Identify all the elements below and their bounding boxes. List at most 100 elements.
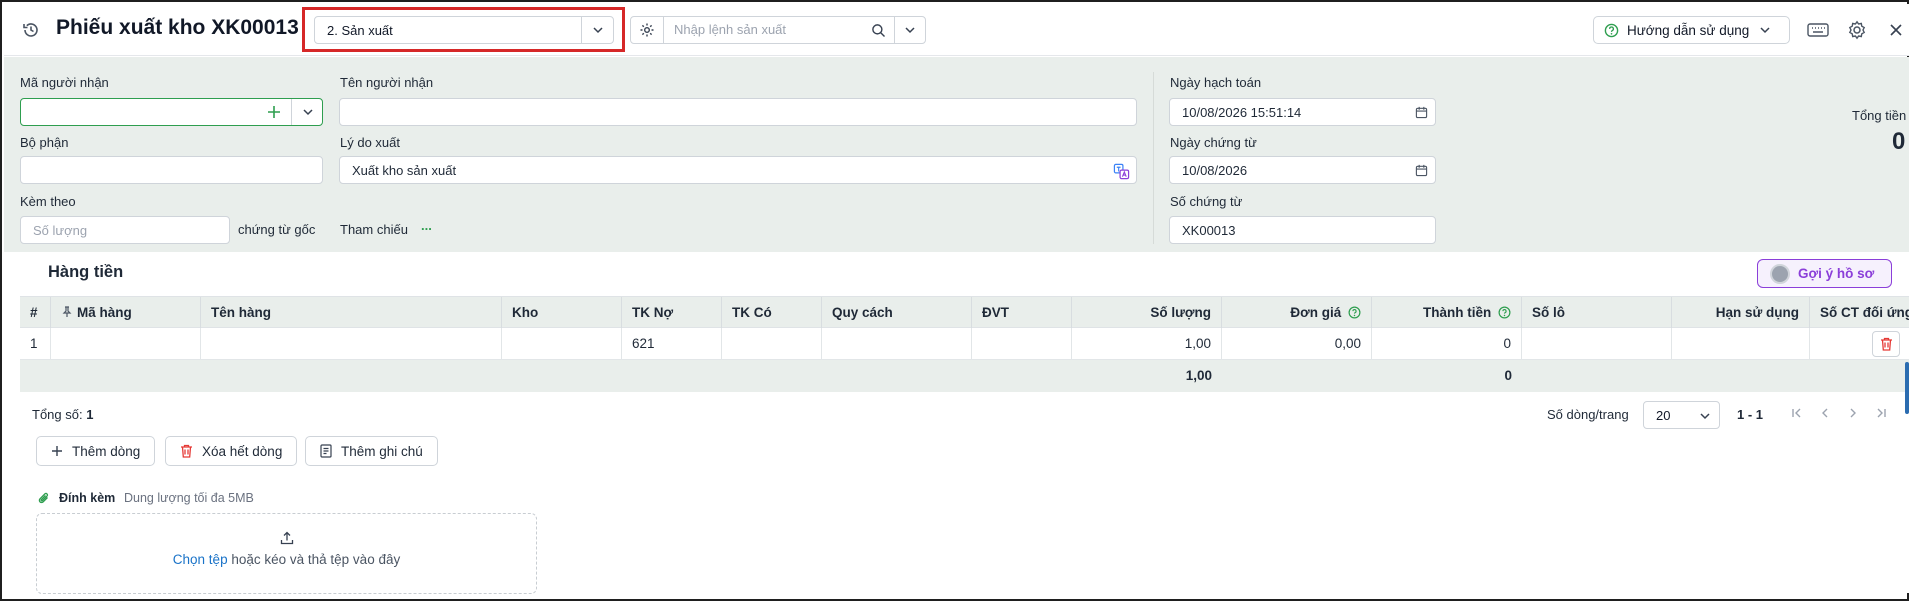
reason-field[interactable]: Xuất kho sản xuất: [339, 156, 1137, 184]
translate-icon[interactable]: [1112, 162, 1130, 180]
choose-file-link[interactable]: Chọn tệp: [173, 552, 228, 567]
posting-date-field[interactable]: 10/08/2026 15:51:14: [1169, 98, 1436, 126]
cell-warehouse[interactable]: [502, 328, 622, 360]
settings-gear-icon[interactable]: [1846, 19, 1868, 41]
delete-row-button[interactable]: [1872, 331, 1900, 357]
paperclip-icon: [36, 490, 52, 506]
page-range: 1 - 1: [1737, 407, 1764, 422]
add-note-button[interactable]: Thêm ghi chú: [305, 436, 438, 466]
help-circle-icon: [1604, 23, 1619, 37]
receiver-name-field[interactable]: [339, 98, 1137, 126]
form-divider: [1153, 72, 1154, 244]
total-count-label: Tổng số: 1: [32, 407, 93, 422]
posting-date-value: 10/08/2026 15:51:14: [1182, 105, 1302, 120]
chevron-down-icon: [1760, 27, 1770, 34]
gear-icon: [640, 23, 654, 37]
suggest-profile-button[interactable]: Gợi ý hồ sơ: [1757, 259, 1892, 288]
trash-icon: [1880, 337, 1892, 351]
history-icon[interactable]: [20, 19, 42, 41]
table-row[interactable]: 1 621 1,00 0,00 0: [20, 328, 1909, 360]
file-dropzone[interactable]: Chọn tệp hoặc kéo và thả tệp vào đây: [36, 513, 537, 594]
department-label: Bộ phận: [20, 135, 69, 150]
calendar-icon[interactable]: [1414, 163, 1428, 177]
cell-amount[interactable]: 0: [1372, 328, 1522, 360]
add-row-button[interactable]: Thêm dòng: [36, 436, 156, 466]
attachment-limit: Dung lượng tối đa 5MB: [124, 491, 254, 505]
rows-per-page-select[interactable]: 20: [1643, 401, 1720, 429]
reference-link[interactable]: ...: [421, 218, 432, 233]
production-order-dropdown[interactable]: [894, 16, 926, 44]
cell-credit-account[interactable]: [722, 328, 822, 360]
quantity-placeholder: Số lượng: [33, 223, 88, 238]
cell-unit[interactable]: [972, 328, 1072, 360]
help-circle-icon[interactable]: [1348, 306, 1361, 319]
department-field[interactable]: [20, 156, 323, 184]
next-page-icon[interactable]: [1845, 405, 1861, 421]
dropzone-text: Chọn tệp hoặc kéo và thả tệp vào đây: [37, 552, 536, 567]
plus-icon[interactable]: [266, 104, 282, 120]
receiver-code-field[interactable]: [20, 98, 323, 126]
chevron-down-icon[interactable]: [895, 17, 925, 43]
original-docs-label: chứng từ gốc: [238, 222, 316, 237]
col-header-spec: Quy cách: [822, 297, 972, 329]
scrollbar-thumb[interactable]: [1905, 362, 1909, 414]
close-icon[interactable]: [1887, 21, 1905, 39]
suggest-profile-label: Gợi ý hồ sơ: [1798, 266, 1875, 281]
chevron-down-icon[interactable]: [1698, 409, 1712, 423]
rows-per-page-label: Số dòng/trang: [1547, 407, 1629, 422]
trash-icon: [181, 444, 192, 458]
cell-unit-price[interactable]: 0,00: [1222, 328, 1372, 360]
prev-page-icon[interactable]: [1817, 405, 1833, 421]
pin-icon[interactable]: [61, 306, 73, 318]
col-header-no: #: [20, 297, 51, 329]
last-page-icon[interactable]: [1873, 405, 1889, 421]
chevron-down-icon[interactable]: [291, 99, 323, 125]
doc-date-label: Ngày chứng từ: [1170, 135, 1257, 150]
grid-section-title: Hàng tiền: [48, 263, 124, 281]
cell-item-name[interactable]: [201, 328, 502, 360]
col-header-item-code[interactable]: Mã hàng: [51, 297, 201, 329]
cell-quantity[interactable]: 1,00: [1072, 328, 1222, 360]
user-guide-button[interactable]: Hướng dẫn sử dụng: [1593, 16, 1790, 44]
delete-all-rows-button[interactable]: Xóa hết dòng: [165, 436, 298, 466]
col-header-unit-price-label: Đơn giá: [1290, 305, 1342, 320]
cell-spec[interactable]: [822, 328, 972, 360]
add-row-label: Thêm dòng: [72, 443, 141, 459]
plus-icon: [52, 446, 62, 456]
keyboard-icon[interactable]: [1806, 20, 1830, 40]
cell-lot[interactable]: [1522, 328, 1672, 360]
page-title: Phiếu xuất kho XK00013: [56, 16, 299, 39]
total-amount-value: 0: [1892, 128, 1906, 155]
cell-item-code[interactable]: [51, 328, 201, 360]
production-settings-button[interactable]: [630, 16, 664, 44]
upload-icon: [279, 530, 295, 546]
help-circle-icon[interactable]: [1498, 306, 1511, 319]
search-icon[interactable]: [870, 22, 886, 38]
col-header-amount-label: Thành tiền: [1422, 305, 1492, 320]
col-header-item-name: Tên hàng: [201, 297, 502, 329]
header-bar: Phiếu xuất kho XK00013 2. Sản xuất Hướng…: [4, 4, 1909, 56]
doc-no-value: XK00013: [1182, 223, 1236, 238]
note-icon: [320, 444, 332, 458]
col-header-warehouse: Kho: [502, 297, 622, 329]
drag-drop-text: hoặc kéo và thả tệp vào đây: [231, 552, 401, 567]
table-footer: 1,00 0: [20, 360, 1909, 392]
window-frame: Phiếu xuất kho XK00013 2. Sản xuất Hướng…: [0, 0, 1909, 601]
delete-all-rows-label: Xóa hết dòng: [202, 443, 283, 459]
cell-expiry[interactable]: [1672, 328, 1810, 360]
calendar-icon[interactable]: [1414, 105, 1428, 119]
doc-date-field[interactable]: 10/08/2026: [1169, 156, 1436, 184]
cell-debit-account[interactable]: 621: [622, 328, 722, 360]
first-page-icon[interactable]: [1789, 405, 1805, 421]
add-note-label: Thêm ghi chú: [341, 443, 423, 459]
doc-no-field[interactable]: XK00013: [1169, 216, 1436, 244]
doc-no-label: Số chứng từ: [1170, 194, 1243, 209]
production-order-input[interactable]: [674, 22, 864, 37]
receiver-name-label: Tên người nhận: [340, 75, 434, 90]
col-header-item-code-label: Mã hàng: [77, 305, 132, 320]
reference-label: Tham chiếu: [340, 222, 408, 237]
quantity-field[interactable]: Số lượng: [20, 216, 230, 244]
rows-per-page-value: 20: [1656, 408, 1671, 423]
production-order-search[interactable]: [663, 16, 895, 44]
col-header-unit-price: Đơn giá: [1222, 297, 1372, 329]
